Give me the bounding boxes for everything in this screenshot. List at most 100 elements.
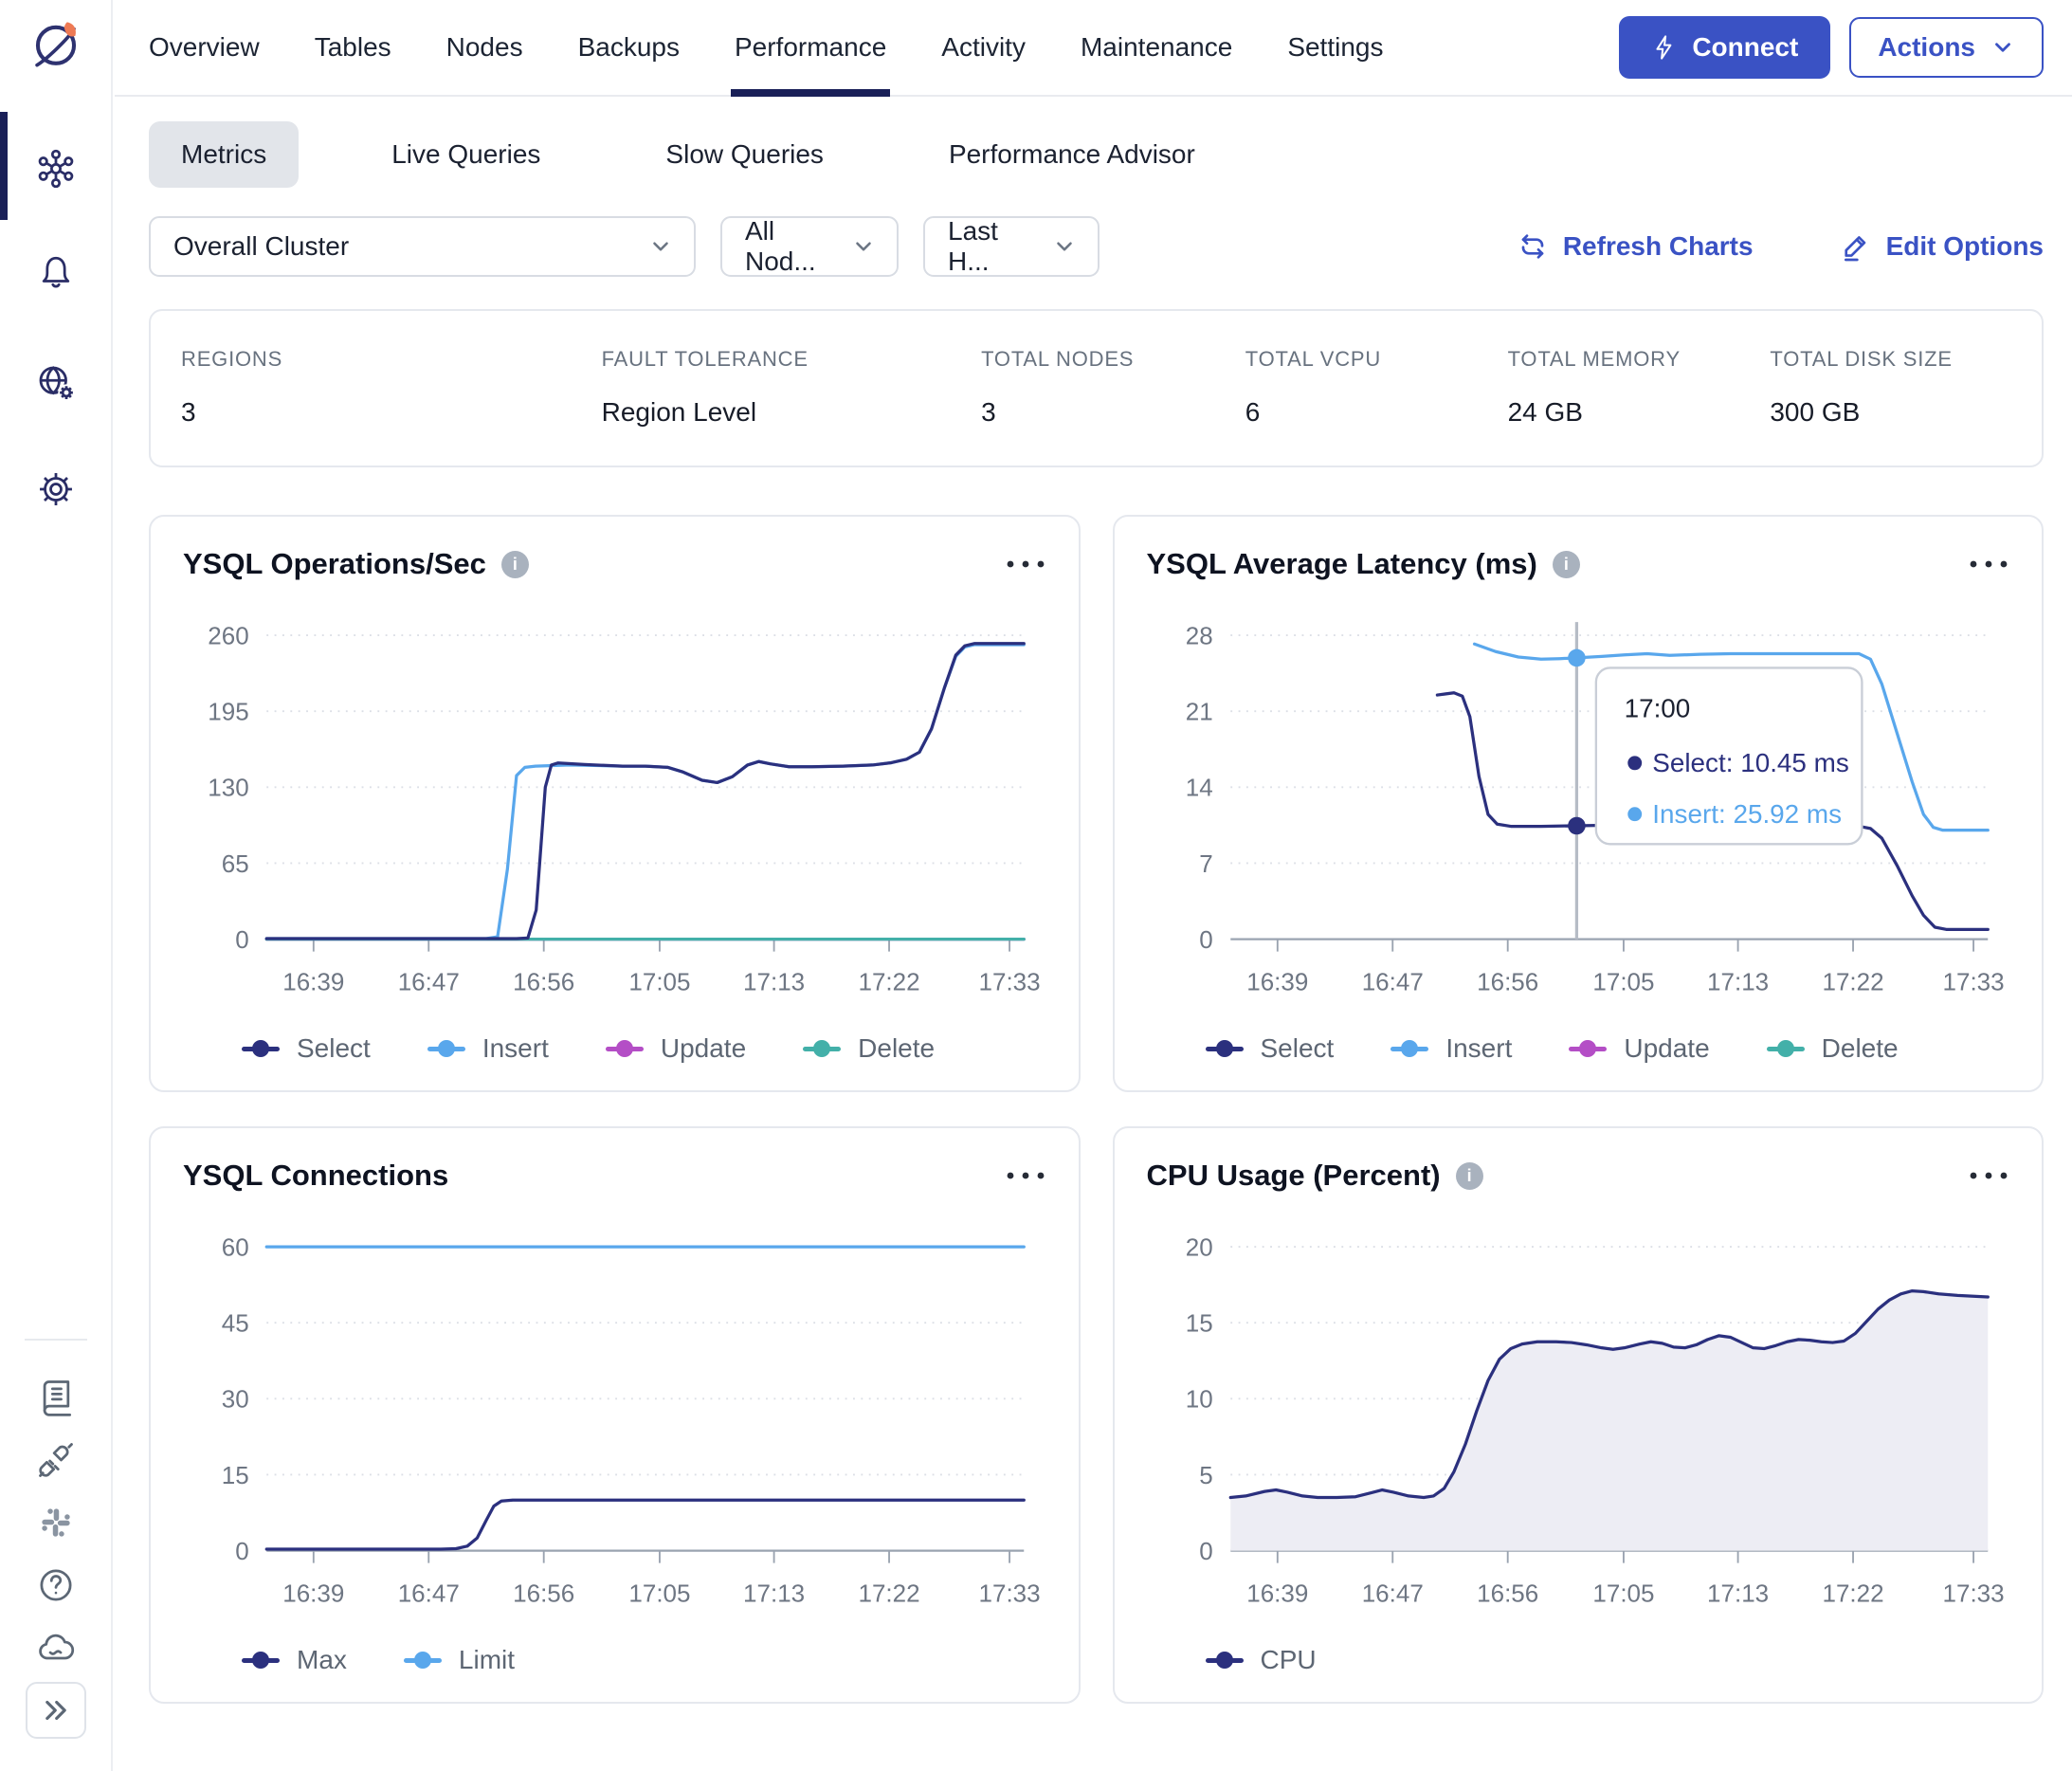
svg-text:16:39: 16:39 <box>1246 968 1308 996</box>
legend-marker <box>803 1040 842 1058</box>
legend-item-delete[interactable]: Delete <box>1766 1033 1899 1064</box>
legend-marker <box>1205 1652 1244 1670</box>
subtab-live-queries[interactable]: Live Queries <box>359 121 573 188</box>
chart-card-ysql-operations: YSQL Operations/Sec 0 65 130 195 260 16:39 16:4… <box>149 515 1081 1093</box>
chart-legend: Max Limit <box>242 1645 1046 1675</box>
chart-legend: Select Insert Update Delete <box>242 1033 1046 1064</box>
tab-backups[interactable]: Backups <box>578 0 680 95</box>
legend-item-insert[interactable]: Insert <box>427 1033 549 1064</box>
legend-item-cpu[interactable]: CPU <box>1205 1645 1317 1675</box>
tab-activity[interactable]: Activity <box>941 0 1026 95</box>
svg-text:17:13: 17:13 <box>1707 1579 1769 1608</box>
legend-item-limit[interactable]: Limit <box>403 1645 515 1675</box>
tab-settings[interactable]: Settings <box>1287 0 1383 95</box>
legend-item-select[interactable]: Select <box>242 1033 371 1064</box>
svg-text:30: 30 <box>222 1385 249 1414</box>
tab-performance[interactable]: Performance <box>730 0 891 97</box>
legend-item-insert[interactable]: Insert <box>1390 1033 1512 1064</box>
sidebar-item-alerts[interactable] <box>27 243 84 300</box>
tab-overview[interactable]: Overview <box>149 0 260 95</box>
edit-options-link[interactable]: Edit Options <box>1841 231 2044 262</box>
legend-label: Select <box>1260 1033 1335 1064</box>
chart-menu-button[interactable] <box>1005 550 1046 578</box>
chart-card-cpu-usage: CPU Usage (Percent) 0 5 10 15 20 16:39 16:47 16:… <box>1112 1126 2044 1705</box>
sidebar-item-settings[interactable] <box>27 461 84 518</box>
stat-regions: REGIONS 3 <box>181 347 602 428</box>
sidebar-item-network[interactable] <box>27 355 84 411</box>
svg-text:17:22: 17:22 <box>1822 1579 1883 1608</box>
svg-text:17:22: 17:22 <box>859 968 920 996</box>
sidebar-item-help[interactable] <box>27 1557 84 1614</box>
legend-item-max[interactable]: Max <box>242 1645 347 1675</box>
stat-label: REGIONS <box>181 347 283 371</box>
time-range-select[interactable]: Last H... <box>923 216 1100 277</box>
svg-text:17:22: 17:22 <box>1822 968 1883 996</box>
legend-item-update[interactable]: Update <box>1569 1033 1710 1064</box>
svg-text:20: 20 <box>1185 1233 1212 1262</box>
nodes-select-value: All Nod... <box>745 216 816 276</box>
legend-label: Delete <box>1821 1033 1899 1064</box>
subtab-performance-advisor[interactable]: Performance Advisor <box>917 121 1227 188</box>
cluster-icon <box>38 149 73 189</box>
chevron-down-icon <box>1995 43 2010 52</box>
stat-label: FAULT TOLERANCE <box>601 347 809 371</box>
legend-item-update[interactable]: Update <box>605 1033 746 1064</box>
legend-marker <box>1205 1040 1244 1058</box>
series-max <box>264 1498 1026 1551</box>
ellipsis-icon <box>1007 1172 1044 1179</box>
legend-item-delete[interactable]: Delete <box>803 1033 935 1064</box>
svg-text:17:13: 17:13 <box>743 1579 805 1608</box>
sidebar-item-docs[interactable] <box>27 1369 84 1426</box>
svg-text:16:56: 16:56 <box>513 968 574 996</box>
slack-icon <box>41 1508 70 1537</box>
actions-button[interactable]: Actions <box>1849 17 2044 78</box>
sidebar-item-cloud-status[interactable] <box>27 1619 84 1676</box>
sub-tabs: Metrics Live Queries Slow Queries Performan… <box>149 121 2072 188</box>
chart-plot-ysql-latency: 0 7 14 21 28 16:39 16:47 16:56 17:05 17:13 17:22 17… <box>1185 621 2004 996</box>
legend-item-select[interactable]: Select <box>1205 1033 1335 1064</box>
app-logo[interactable] <box>27 15 84 72</box>
hover-marker-insert <box>1567 648 1586 667</box>
main-area: Overview Tables Nodes Backups Performance Act… <box>115 0 2072 1771</box>
svg-text:260: 260 <box>208 621 248 649</box>
chart-menu-button[interactable] <box>1005 1161 1046 1190</box>
chevron-down-icon <box>856 242 871 251</box>
cluster-select[interactable]: Overall Cluster <box>149 216 696 277</box>
bell-icon <box>42 256 69 288</box>
sidebar <box>0 0 113 1771</box>
chart-plot-ysql-connections: 0 15 30 45 60 16:39 16:47 16:56 17:05 17:13 17:22 1… <box>222 1233 1041 1608</box>
sidebar-item-integrations[interactable] <box>27 1432 84 1488</box>
legend-marker <box>605 1040 644 1058</box>
svg-text:17:13: 17:13 <box>1707 968 1769 996</box>
svg-text:65: 65 <box>222 849 249 878</box>
subtab-slow-queries[interactable]: Slow Queries <box>633 121 856 188</box>
chart-tooltip: 17:00 Select: 10.45 ms Insert: 25.92 ms <box>1594 666 1863 846</box>
plug-icon <box>38 1443 73 1477</box>
stat-label: TOTAL vCPU <box>1245 347 1382 371</box>
svg-text:17:13: 17:13 <box>743 968 805 996</box>
chart-menu-button[interactable] <box>1968 550 2009 578</box>
chevron-down-icon <box>1057 242 1072 251</box>
ellipsis-icon <box>1007 560 1044 568</box>
chart-legend: Select Insert Update Delete <box>1205 1033 2010 1064</box>
legend-marker <box>403 1652 442 1670</box>
tooltip-row-select: Select: 10.45 ms <box>1652 748 1849 777</box>
svg-text:17:33: 17:33 <box>1942 968 2004 996</box>
svg-text:16:39: 16:39 <box>282 1579 344 1608</box>
legend-label: Insert <box>482 1033 549 1064</box>
sidebar-item-clusters[interactable] <box>27 140 84 197</box>
refresh-charts-link[interactable]: Refresh Charts <box>1518 231 1754 262</box>
nodes-select[interactable]: All Nod... <box>720 216 899 277</box>
connect-button[interactable]: Connect <box>1619 16 1831 79</box>
chart-menu-button[interactable] <box>1968 1161 2009 1190</box>
nav-tabs: Overview Tables Nodes Backups Performance Act… <box>149 0 1383 97</box>
sidebar-expand-button[interactable] <box>25 1682 86 1739</box>
filter-bar: Overall Cluster All Nod... Last H... Ref… <box>149 216 2044 277</box>
stat-label: TOTAL DISK SIZE <box>1770 347 1953 371</box>
tab-maintenance[interactable]: Maintenance <box>1081 0 1232 95</box>
sidebar-item-slack[interactable] <box>27 1494 84 1551</box>
legend-label: CPU <box>1260 1645 1317 1675</box>
tab-nodes[interactable]: Nodes <box>446 0 523 95</box>
tab-tables[interactable]: Tables <box>315 0 391 95</box>
subtab-metrics[interactable]: Metrics <box>149 121 300 188</box>
